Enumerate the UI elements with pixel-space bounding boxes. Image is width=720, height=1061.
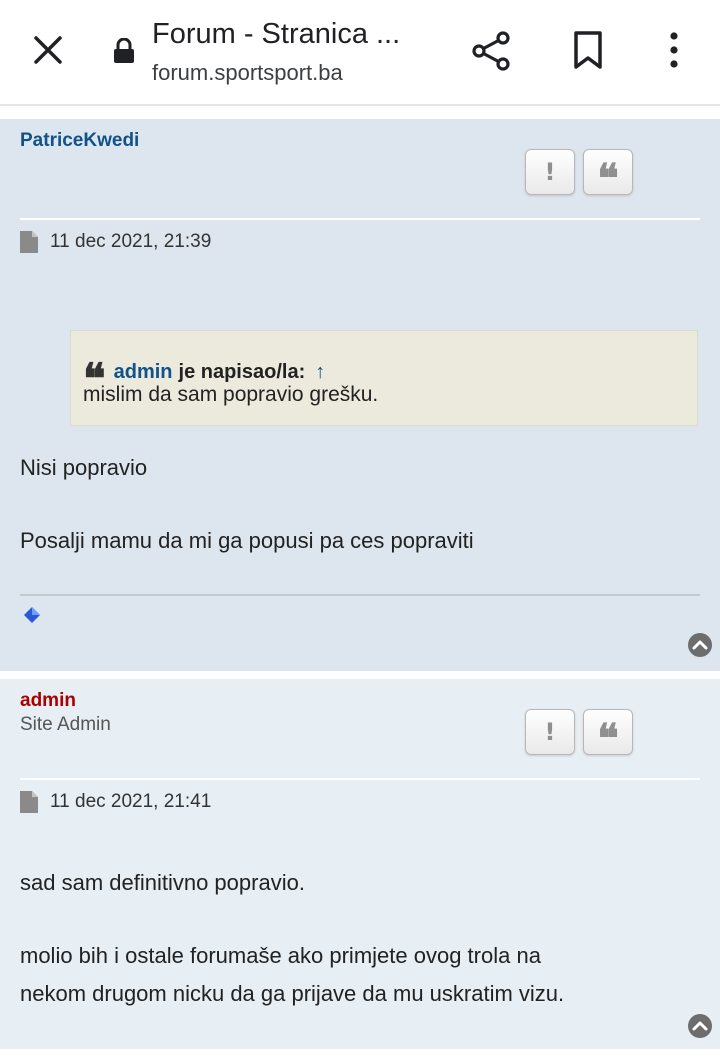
post-text-line: molio bih i ostale forumaše ako primjete… [20,943,541,968]
page-bottom [0,1049,720,1061]
report-button[interactable]: ! [525,709,575,755]
forum-post: admin Site Admin ! ❝ 11 dec 2021, 21:41 … [0,679,720,1049]
report-button[interactable]: ! [525,149,575,195]
post-meta: 11 dec 2021, 21:39 [20,231,211,253]
post-divider [20,218,700,220]
more-options-icon[interactable] [664,30,684,70]
back-to-top-icon[interactable] [688,633,712,657]
quote-author[interactable]: admin [114,361,173,384]
post-icon[interactable] [20,231,38,253]
post-text-line: Posalji mamu da mi ga popusi pa ces popr… [20,528,474,553]
quote-button[interactable]: ❝ [583,709,633,759]
post-text-line: sad sam definitivno popravio. [20,870,305,895]
share-icon[interactable] [470,29,514,73]
forum-post: PatriceKwedi ! ❝ 11 dec 2021, 21:39 ❝ ad… [0,119,720,671]
post-meta: 11 dec 2021, 21:41 [20,791,211,813]
lock-icon [114,38,134,63]
quote-wrote-label: je napisao/la: [178,360,306,383]
post-author[interactable]: admin [20,690,76,712]
back-to-top-icon[interactable] [688,1014,712,1038]
diamond-icon [24,607,40,623]
quote-icon: ❝ [597,155,619,202]
bookmark-icon[interactable] [570,30,606,70]
page-title: Forum - Stranica ... [152,18,401,50]
quote-button[interactable]: ❝ [583,149,633,199]
post-datetime: 11 dec 2021, 21:41 [50,791,212,812]
quote-icon: ❝ [597,715,619,762]
post-datetime: 11 dec 2021, 21:39 [50,231,212,252]
post-text-line: nekom drugom nicku da ga prijave da mu u… [20,981,565,1006]
post-icon[interactable] [20,791,38,813]
close-icon[interactable] [30,32,66,68]
signature-divider [20,594,700,596]
author-rank: Site Admin [20,714,111,735]
post-author[interactable]: PatriceKwedi [20,130,139,152]
quote-text: mislim da sam popravio grešku. [83,383,379,406]
quote-source-link[interactable]: ↑ [315,361,325,384]
post-divider [20,778,700,780]
post-text-line: Nisi popravio [20,455,148,480]
quote-block: ❝ admin je napisao/la: ↑ mislim da sam p… [70,330,698,426]
report-icon: ! [544,718,556,746]
browser-toolbar: Forum - Stranica ... forum.sportsport.ba [0,0,720,106]
page-url: forum.sportsport.ba [152,60,343,85]
report-icon: ! [544,158,556,186]
